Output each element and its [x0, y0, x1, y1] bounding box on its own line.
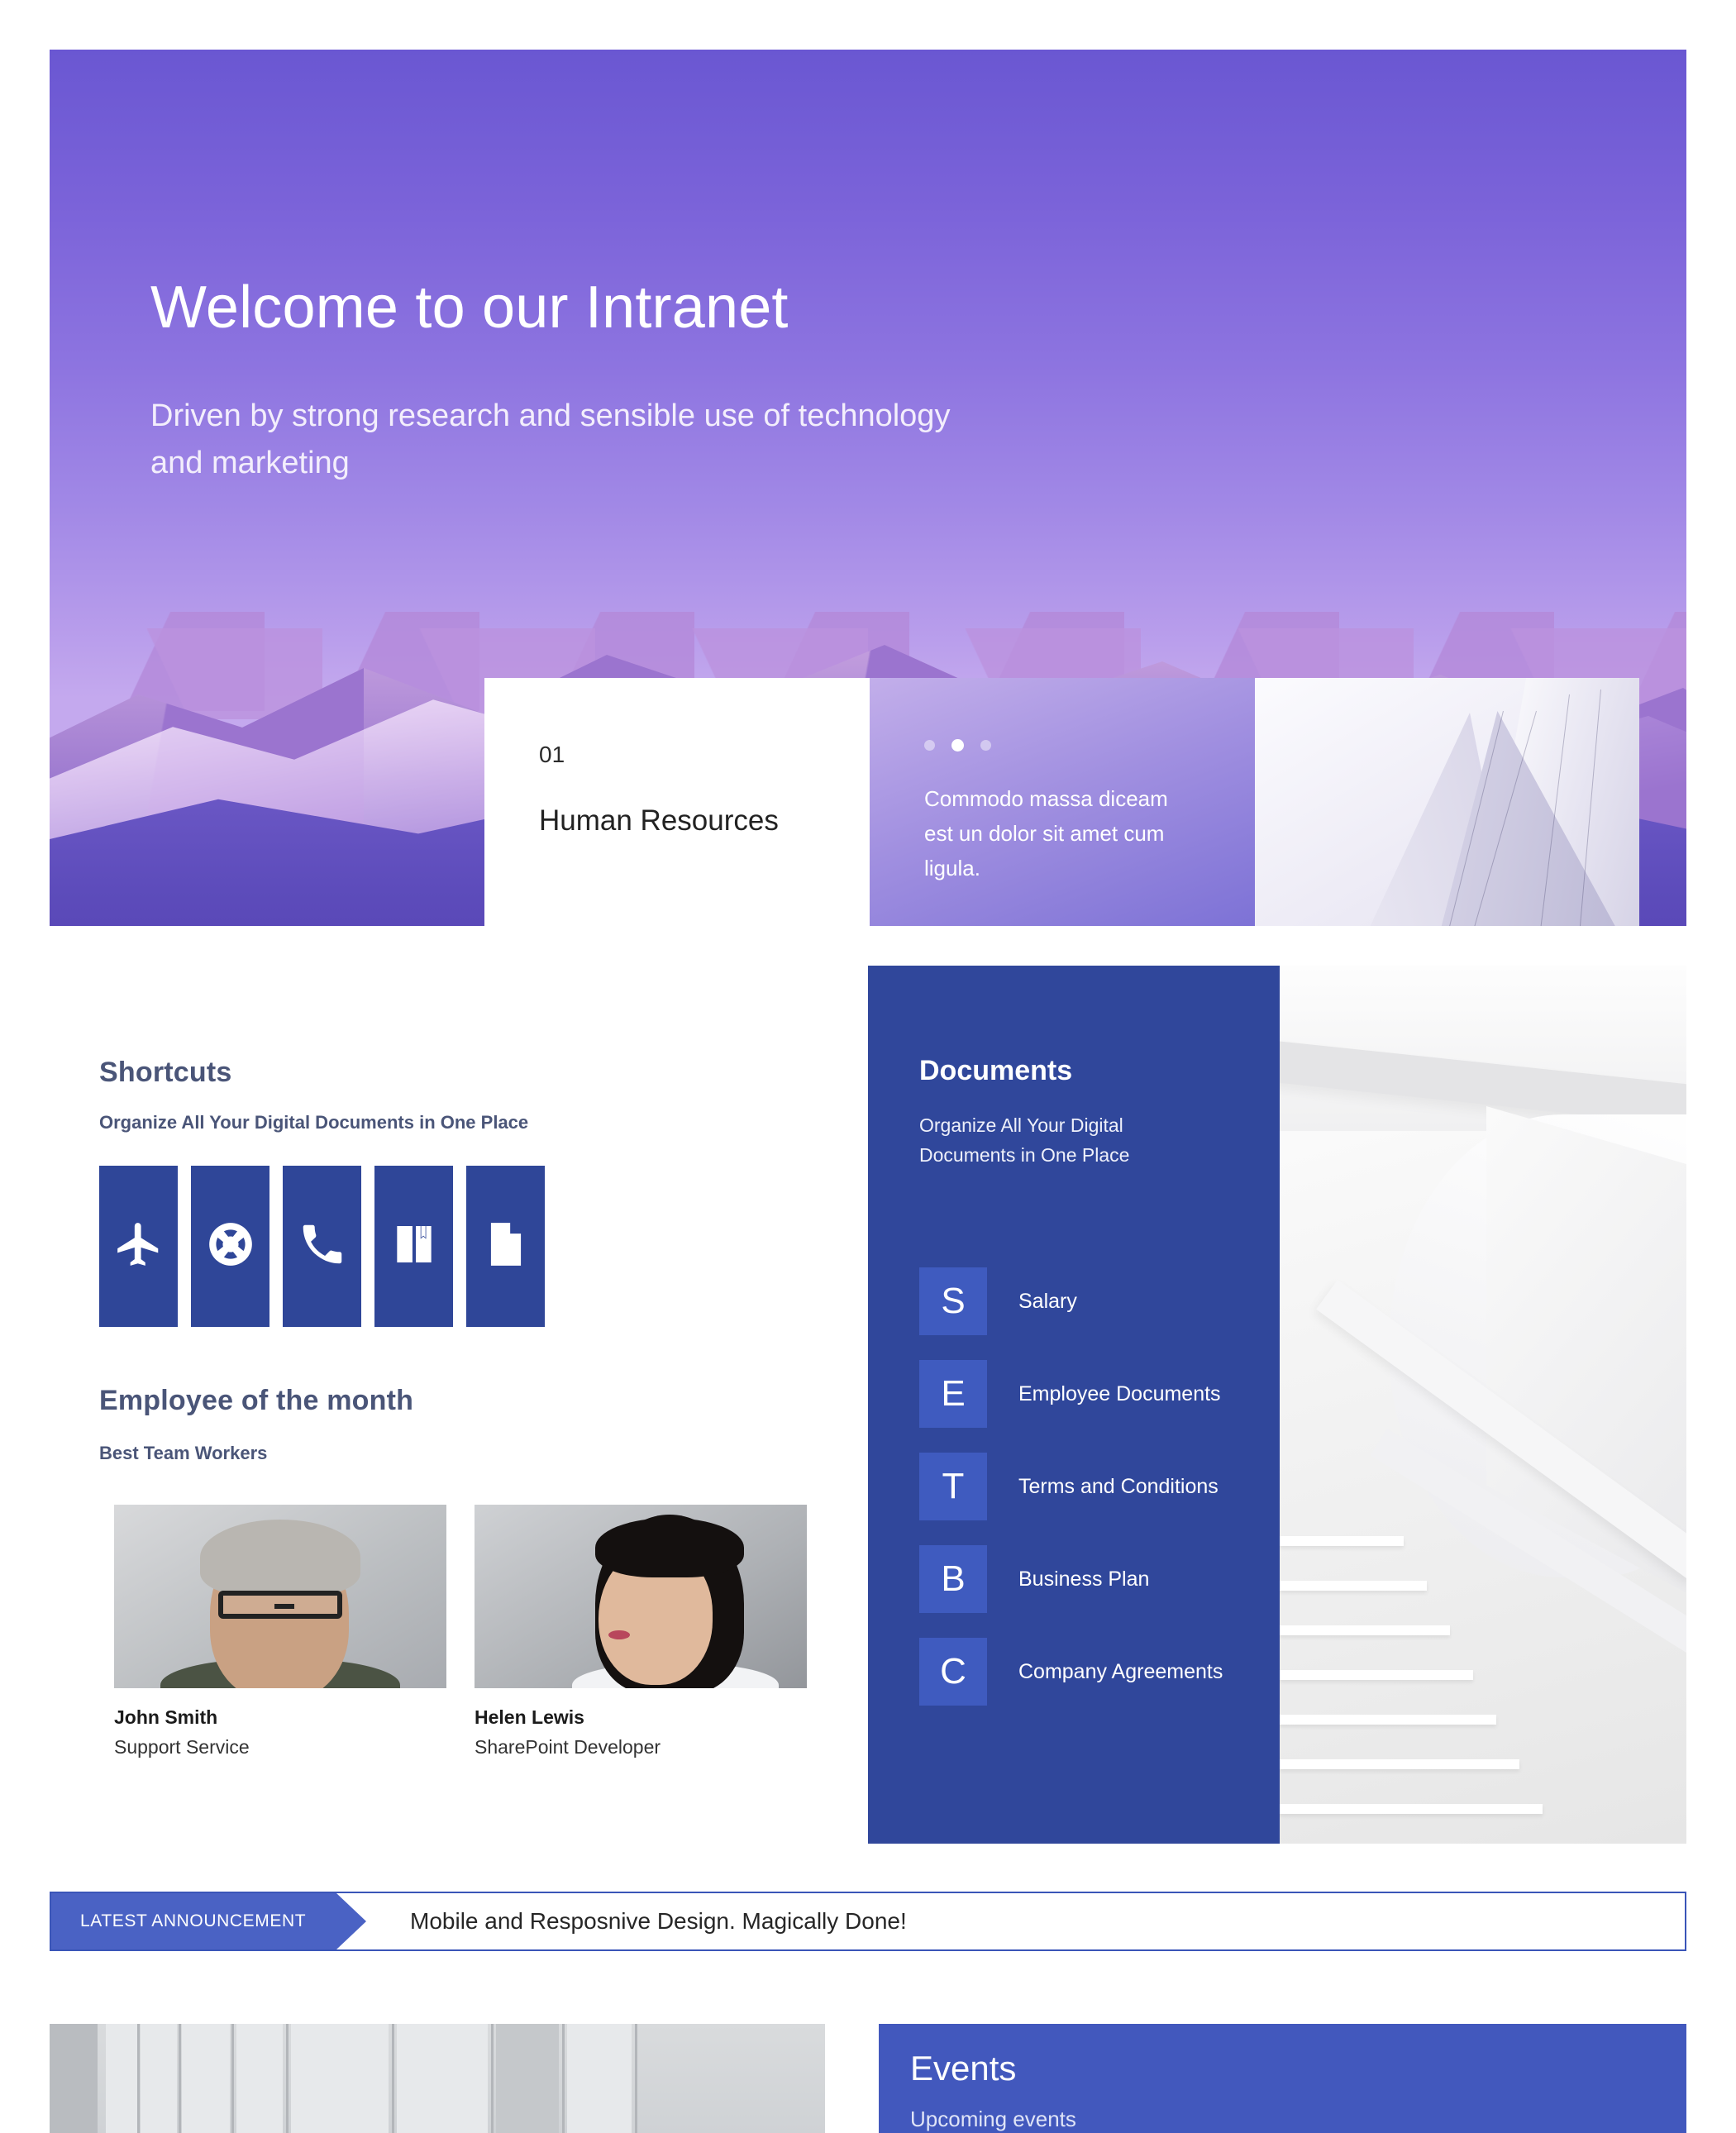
employee-of-month-subtitle: Best Team Workers	[99, 1443, 268, 1463]
employee-card-john-smith[interactable]: John Smith Support Service	[114, 1505, 446, 1758]
events-panel[interactable]: Events Upcoming events	[879, 2024, 1686, 2133]
documents-subtitle: Organize All Your Digital Documents in O…	[919, 1114, 1130, 1166]
document-label: Company Agreements	[1018, 1660, 1223, 1683]
featured-card-title: Human Resources	[539, 804, 779, 837]
featured-card-number: 01	[539, 742, 565, 767]
shortcut-tile-support[interactable]	[191, 1166, 269, 1327]
avatar-lips	[608, 1630, 630, 1639]
avatar-bangs	[595, 1518, 744, 1577]
avatar-john-smith	[114, 1505, 446, 1688]
employee-role: Support Service	[114, 1736, 250, 1758]
quote-card[interactable]: Commodo massa diceam est un dolor sit am…	[870, 678, 1255, 926]
document-label: Business Plan	[1018, 1568, 1150, 1591]
staircase-step	[1280, 1670, 1473, 1680]
carousel-dot-1[interactable]	[924, 740, 935, 751]
document-label: Salary	[1018, 1290, 1077, 1313]
document-item-salary[interactable]: S Salary	[919, 1255, 1250, 1348]
facade-slat	[141, 2024, 177, 2133]
staircase-step	[1280, 1715, 1496, 1725]
staircase-step	[1280, 1536, 1404, 1546]
book-bookmark-icon	[389, 1219, 440, 1274]
shortcut-tile-contact[interactable]	[283, 1166, 361, 1327]
facade-seam	[392, 2024, 394, 2133]
facade-slat	[106, 2024, 137, 2133]
hero-title: Welcome to our Intranet	[150, 274, 789, 341]
staircase-step	[1280, 1804, 1543, 1814]
employee-card-helen-lewis[interactable]: Helen Lewis SharePoint Developer	[475, 1505, 807, 1758]
document-label: Terms and Conditions	[1018, 1475, 1219, 1498]
document-letter-tile: E	[919, 1360, 987, 1428]
life-preserver-icon	[205, 1219, 256, 1274]
facade-slat	[182, 2024, 230, 2133]
intranet-homepage: Welcome to our Intranet Driven by strong…	[0, 0, 1736, 2133]
document-letter-tile: C	[919, 1638, 987, 1706]
facade-slat	[291, 2024, 389, 2133]
facade-seam	[491, 2024, 494, 2133]
avatar-helen-lewis	[475, 1505, 807, 1688]
announcement-arrow-icon	[336, 1893, 366, 1949]
announcement-tag: LATEST ANNOUNCEMENT	[51, 1893, 336, 1949]
staircase-image	[1280, 966, 1686, 1844]
employee-of-month-title: Employee of the month	[99, 1385, 414, 1416]
facade-slat	[50, 2024, 98, 2133]
facade-slat	[567, 2024, 632, 2133]
shortcut-tile-travel[interactable]	[99, 1166, 178, 1327]
document-letter-tile: B	[919, 1545, 987, 1613]
avatar-glasses	[218, 1591, 342, 1619]
facade-seam	[286, 2024, 289, 2133]
carousel-dot-3[interactable]	[980, 740, 991, 751]
employee-name: Helen Lewis	[475, 1706, 584, 1728]
announcement-text: Mobile and Resposnive Design. Magically …	[410, 1908, 907, 1934]
shortcuts-title: Shortcuts	[99, 1057, 232, 1088]
documents-title: Documents	[919, 1055, 1073, 1086]
document-item-company-agreements[interactable]: C Company Agreements	[919, 1625, 1250, 1718]
quote-text: Commodo massa diceam est un dolor sit am…	[924, 786, 1168, 881]
shortcuts-subtitle: Organize All Your Digital Documents in O…	[99, 1112, 529, 1133]
facade-seam	[137, 2024, 140, 2133]
facade-slat	[496, 2024, 559, 2133]
facade-seam	[179, 2024, 181, 2133]
documents-list: S Salary E Employee Documents T Terms an…	[919, 1255, 1250, 1718]
staircase-step	[1280, 1759, 1519, 1769]
avatar-hair	[200, 1520, 360, 1596]
announcement-bar[interactable]: LATEST ANNOUNCEMENT Mobile and Resposniv…	[50, 1892, 1686, 1951]
events-subtitle: Upcoming events	[910, 2107, 1076, 2131]
document-letter-tile: S	[919, 1267, 987, 1335]
airplane-icon	[113, 1219, 165, 1274]
facade-slat	[397, 2024, 488, 2133]
document-letter-tile: T	[919, 1453, 987, 1520]
document-item-terms-and-conditions[interactable]: T Terms and Conditions	[919, 1440, 1250, 1533]
shortcuts-tile-list	[99, 1166, 545, 1327]
documents-panel: Documents Organize All Your Digital Docu…	[868, 966, 1280, 1844]
facade-seam	[562, 2024, 565, 2133]
document-item-business-plan[interactable]: B Business Plan	[919, 1533, 1250, 1625]
employee-card-list: John Smith Support Service Helen Lewis S…	[114, 1505, 807, 1758]
carousel-dot-2-active[interactable]	[951, 739, 964, 752]
phone-icon	[297, 1219, 348, 1274]
events-title: Events	[910, 2049, 1017, 2088]
staircase-step	[1280, 1581, 1427, 1591]
hero-subtitle: Driven by strong research and sensible u…	[150, 398, 951, 480]
staircase-step	[1280, 1625, 1450, 1635]
employee-role: SharePoint Developer	[475, 1736, 661, 1758]
document-icon	[480, 1219, 532, 1274]
carousel-dots[interactable]	[924, 739, 991, 752]
document-label: Employee Documents	[1018, 1382, 1221, 1405]
facade-seam	[635, 2024, 637, 2133]
building-facade-image	[50, 2024, 825, 2133]
document-item-employee-documents[interactable]: E Employee Documents	[919, 1348, 1250, 1440]
shortcut-tile-documents[interactable]	[466, 1166, 545, 1327]
employee-name: John Smith	[114, 1706, 218, 1728]
facade-seam	[231, 2024, 234, 2133]
facade-slat	[236, 2024, 283, 2133]
featured-card-human-resources[interactable]: 01 Human Resources	[484, 678, 870, 926]
architecture-image-card[interactable]	[1255, 678, 1639, 926]
shortcut-tile-handbook[interactable]	[374, 1166, 453, 1327]
